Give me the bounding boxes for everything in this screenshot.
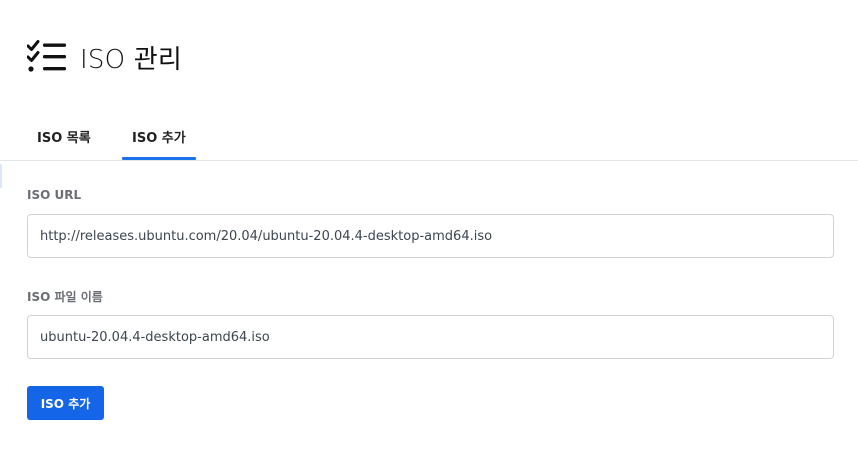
tab-iso-add[interactable]: ISO 추가: [132, 120, 186, 160]
iso-url-label: ISO URL: [27, 188, 82, 202]
iso-filename-input[interactable]: [27, 315, 834, 359]
active-tab-indicator: [122, 157, 196, 160]
tab-iso-list[interactable]: ISO 목록: [37, 120, 91, 160]
iso-management-page: ISO 관리 ISO 목록 ISO 추가 ISO URL ISO 파일 이름 I…: [0, 0, 858, 452]
tab-bar: ISO 목록 ISO 추가: [0, 120, 858, 161]
iso-filename-label: ISO 파일 이름: [27, 290, 103, 304]
add-iso-button[interactable]: ISO 추가: [27, 386, 104, 420]
iso-url-input[interactable]: [27, 214, 834, 258]
checklist-icon: [27, 40, 67, 74]
sidebar-edge-indicator: [0, 164, 2, 188]
page-title: ISO 관리: [80, 44, 182, 75]
page-header: ISO 관리: [27, 38, 182, 76]
